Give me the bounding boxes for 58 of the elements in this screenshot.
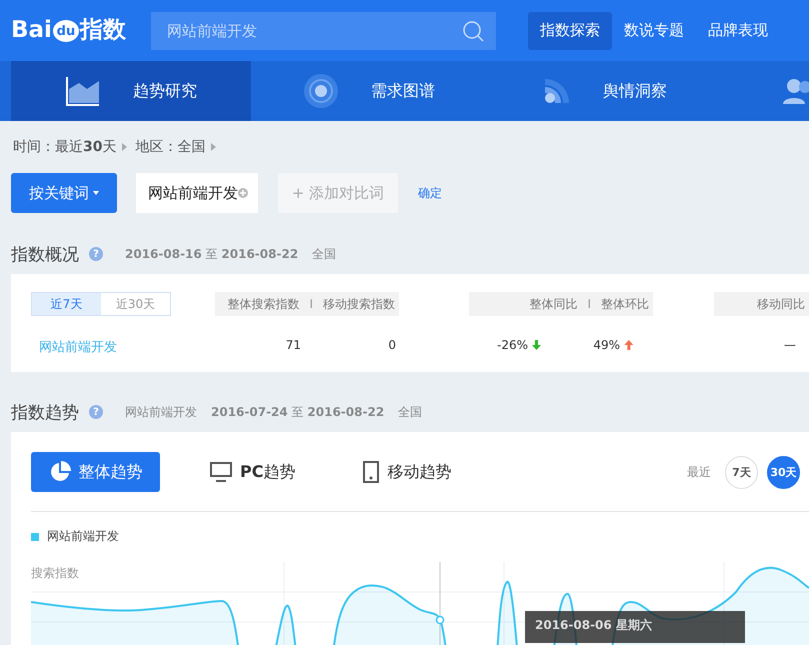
down-arrow-icon [532,340,541,350]
nav-link[interactable]: 品牌表现 [696,12,780,50]
user-icon [783,78,809,104]
separator: I [587,297,591,311]
section-tab[interactable]: 趋势研究 [11,61,251,121]
keyword-tag[interactable]: 网站前端开发 [136,173,258,213]
confirm-link[interactable]: 确定 [418,184,442,202]
header-label: 整体同比 [529,296,578,312]
filter-label[interactable]: 时间：最近30天 [13,138,116,156]
monitor-icon [210,462,232,482]
recent-label: 最近 [687,464,711,480]
plus-circle-icon [238,188,248,198]
table-cell: 71 [286,338,301,352]
table-cell: 49% [593,338,620,352]
keyword-link[interactable]: 网站前端开发 [39,338,117,356]
caret-icon [211,143,216,151]
section-title: 指数概况 [11,244,79,266]
caret-icon [122,143,128,151]
date-range: 2016-08-16 至 2016-08-22 [125,246,298,262]
signal-icon [543,77,571,105]
search-input[interactable]: 网站前端开发 [165,20,462,40]
keyword-label: 网站前端开发 [125,404,197,420]
table-cell: 0 [388,338,396,352]
table-cell: -26% [496,338,528,352]
view-tab[interactable]: 整体趋势 [31,452,160,492]
area-chart-icon [65,75,101,107]
chart-tooltip: 2016-08-06 星期六 [525,611,745,643]
logo: Bai du 指数 [11,19,127,42]
filter-label[interactable]: 地区：全国 [135,138,206,156]
caret-icon [93,191,99,195]
section-tab[interactable]: 舆情洞察 [491,61,731,121]
tablet-icon [363,461,380,483]
header-label: 移动搜索指数 [323,296,395,312]
header-label: 整体环比 [601,296,649,312]
section-title: 指数趋势 [11,402,79,424]
target-icon [303,73,339,109]
nav-link[interactable]: 指数探索 [528,12,612,50]
pie-chart-icon [48,461,70,483]
header-label: 移动同比 [757,296,805,312]
range-tab[interactable]: 近7天 [32,293,101,315]
region-label: 全国 [398,404,422,420]
region-label: 全国 [312,246,336,262]
legend-label: 网站前端开发 [47,528,119,545]
section-tab[interactable]: 需求图谱 [251,61,491,121]
nav-link[interactable]: 数说专题 [612,12,696,50]
keyword-mode-button[interactable]: 按关键词 [11,173,117,213]
view-tab[interactable]: 移动趋势 [363,452,452,492]
separator: I [309,297,313,311]
period-button[interactable]: 7天 [725,456,758,488]
period-button[interactable]: 30天 [767,456,800,488]
view-tab[interactable]: PC趋势 [210,452,296,492]
table-cell: 一 [784,338,796,355]
date-range: 2016-07-24 至 2016-08-22 [211,404,384,420]
search-field[interactable]: 网站前端开发 [151,12,496,50]
header-label: 整体搜索指数 [227,296,300,312]
up-arrow-icon [624,340,633,350]
search-icon[interactable] [462,20,484,42]
axis-label: 搜索指数 [31,565,80,582]
